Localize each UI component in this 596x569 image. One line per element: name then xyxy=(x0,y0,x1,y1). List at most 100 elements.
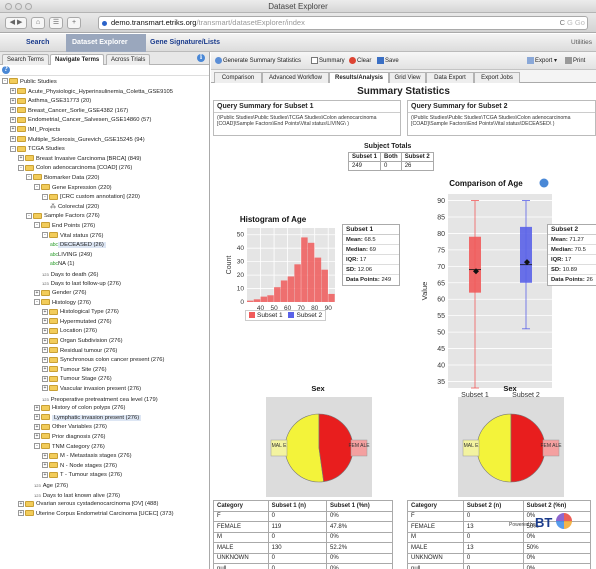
tree-node[interactable]: - Sample Factors (276) xyxy=(0,212,209,222)
tree-node[interactable]: + Lymphatic invasion present (276) xyxy=(0,414,209,424)
tree-node[interactable]: 123 Days to death (26) xyxy=(0,270,209,280)
expand-toggle-icon[interactable]: + xyxy=(10,126,16,133)
expand-toggle-icon[interactable]: + xyxy=(18,500,24,507)
tree-node[interactable]: - Vital status (276) xyxy=(0,231,209,242)
info-icon[interactable]: i xyxy=(197,54,205,62)
tree-node[interactable]: + History of colon polyps (276) xyxy=(0,404,209,414)
collapse-toggle-icon[interactable]: - xyxy=(34,443,40,450)
tree-node[interactable]: abcLIVING (249) xyxy=(0,251,209,261)
collapse-toggle-icon[interactable]: - xyxy=(42,231,48,238)
tree-node[interactable]: - Public Studies xyxy=(0,78,209,88)
tree-node[interactable]: + T - Tumour stages (276) xyxy=(0,471,209,481)
collapse-toggle-icon[interactable]: - xyxy=(26,174,32,181)
collapse-toggle-icon[interactable]: - xyxy=(34,299,40,306)
expand-toggle-icon[interactable]: + xyxy=(10,107,16,114)
expand-toggle-icon[interactable]: + xyxy=(34,433,40,440)
back-forward-buttons[interactable]: ◀ ▶ xyxy=(5,17,27,29)
window-controls[interactable] xyxy=(5,3,32,10)
tab-search-terms[interactable]: Search Terms xyxy=(2,54,49,65)
tree-node[interactable]: + Tumour Stage (276) xyxy=(0,375,209,385)
tree-node[interactable]: + IMI_Projects xyxy=(0,126,209,136)
tree-node[interactable]: abcNA (1) xyxy=(0,260,209,270)
tree-node[interactable]: + Hypermutated (276) xyxy=(0,318,209,328)
tree-node[interactable]: + Synchronous colon cancer present (276) xyxy=(0,356,209,366)
expand-toggle-icon[interactable]: + xyxy=(42,356,48,363)
home-button[interactable]: ⌂ xyxy=(31,17,45,29)
tree-node[interactable]: - Histology (276) xyxy=(0,299,209,309)
nav-dataset-explorer[interactable]: Dataset Explorer xyxy=(66,34,146,52)
tree-node[interactable]: + N - Node stages (276) xyxy=(0,462,209,472)
nav-search[interactable]: Search xyxy=(20,34,55,52)
nav-utilities[interactable]: Utilities xyxy=(571,34,592,52)
tree-node[interactable]: + Gender (276) xyxy=(0,289,209,299)
expand-toggle-icon[interactable]: + xyxy=(42,462,48,469)
tree-node[interactable]: + Endometrial_Cancer_Salvesen_GSE14860 (5… xyxy=(0,116,209,126)
tree-node[interactable]: ⁂ Colorectal (220) xyxy=(0,203,209,213)
tree-node[interactable]: - Gene Expression (220) xyxy=(0,184,209,194)
tree-node[interactable]: + Uterine Corpus Endometrial Carcinoma [U… xyxy=(0,510,209,520)
tree-node[interactable]: - End Points (276) xyxy=(0,222,209,232)
collapse-toggle-icon[interactable]: - xyxy=(26,212,32,219)
export-button[interactable]: Export ▾ xyxy=(527,52,557,70)
expand-toggle-icon[interactable]: + xyxy=(34,414,40,421)
expand-toggle-icon[interactable]: + xyxy=(42,327,48,334)
collapse-toggle-icon[interactable]: - xyxy=(34,222,40,229)
expand-toggle-icon[interactable]: + xyxy=(42,385,48,392)
reload-icon[interactable]: C xyxy=(560,17,565,29)
tree-node[interactable]: 123 Days to last follow-up (276) xyxy=(0,279,209,289)
forward-icon[interactable]: ▶ xyxy=(17,19,22,26)
browser-search-field[interactable]: G Go xyxy=(567,17,591,29)
tree-node[interactable]: 123 Age (276) xyxy=(0,481,209,491)
tab-advanced-workflow[interactable]: Advanced Workflow xyxy=(262,72,329,83)
tree-node[interactable]: 123 Days to last known alive (276) xyxy=(0,491,209,501)
expand-toggle-icon[interactable]: + xyxy=(42,366,48,373)
expand-toggle-icon[interactable]: + xyxy=(34,404,40,411)
expand-toggle-icon[interactable]: + xyxy=(34,289,40,296)
expand-toggle-icon[interactable]: + xyxy=(42,308,48,315)
summary-button[interactable]: Summary xyxy=(311,52,345,70)
tree-node[interactable]: + Organ Subdivision (276) xyxy=(0,337,209,347)
clear-button[interactable]: Clear xyxy=(349,52,371,70)
close-window-button[interactable] xyxy=(5,3,12,10)
collapse-toggle-icon[interactable]: - xyxy=(2,78,8,85)
tree-node[interactable]: + Histological Type (276) xyxy=(0,308,209,318)
tab-grid-view[interactable]: Grid View xyxy=(389,72,426,83)
tab-comparison[interactable]: Comparison xyxy=(214,72,262,83)
tab-across-trials[interactable]: Across Trials xyxy=(106,54,151,65)
generate-summary-button[interactable]: Generate Summary Statistics xyxy=(215,52,301,70)
expand-toggle-icon[interactable]: + xyxy=(10,136,16,143)
expand-toggle-icon[interactable]: + xyxy=(18,155,24,162)
nav-gene-signature[interactable]: Gene Signature/Lists xyxy=(144,34,226,52)
tree-node[interactable]: + Ovarian serous cystadenocarcinoma [OV] … xyxy=(0,500,209,510)
tree-node[interactable]: - Colon adenocarcinoma [COAD] (276) xyxy=(0,164,209,174)
collapse-toggle-icon[interactable]: - xyxy=(18,164,24,171)
expand-toggle-icon[interactable]: + xyxy=(10,88,16,95)
tab-export-jobs[interactable]: Export Jobs xyxy=(474,72,520,83)
expand-toggle-icon[interactable]: + xyxy=(42,318,48,325)
tab-navigate-terms[interactable]: Navigate Terms xyxy=(50,54,105,65)
expand-toggle-icon[interactable]: + xyxy=(10,116,16,123)
expand-toggle-icon[interactable]: + xyxy=(34,423,40,430)
new-tab-button[interactable]: + xyxy=(67,17,81,29)
tree-node[interactable]: - TNM Category (276) xyxy=(0,443,209,453)
tree-node[interactable]: + Vascular invasion present (276) xyxy=(0,385,209,395)
expand-toggle-icon[interactable]: + xyxy=(42,375,48,382)
expand-toggle-icon[interactable]: + xyxy=(42,337,48,344)
tab-data-export[interactable]: Data Export xyxy=(426,72,474,83)
zoom-window-button[interactable] xyxy=(25,3,32,10)
tree-node[interactable]: - TCGA Studies xyxy=(0,145,209,155)
minimize-window-button[interactable] xyxy=(15,3,22,10)
expand-toggle-icon[interactable]: + xyxy=(42,452,48,459)
collapse-toggle-icon[interactable]: - xyxy=(34,184,40,190)
tree-node[interactable]: + Other Variables (276) xyxy=(0,423,209,433)
tree-node[interactable]: + Residual tumour (276) xyxy=(0,347,209,357)
save-button[interactable]: Save xyxy=(377,52,399,70)
tree-node[interactable]: - Biomarker Data (220) xyxy=(0,174,209,184)
expand-toggle-icon[interactable]: + xyxy=(18,510,24,517)
expand-toggle-icon[interactable]: + xyxy=(42,347,48,354)
tree-node[interactable]: + Breast_Cancer_Sorlie_GSE4382 (167) xyxy=(0,107,209,117)
tree-node[interactable]: abc DECEASED (26) xyxy=(0,241,209,251)
tree-node[interactable]: + Tumour Site (276) xyxy=(0,366,209,376)
tree-node[interactable]: - [CRC custom annotation] (220) xyxy=(0,193,209,203)
reader-button[interactable]: ☰ xyxy=(49,17,63,29)
